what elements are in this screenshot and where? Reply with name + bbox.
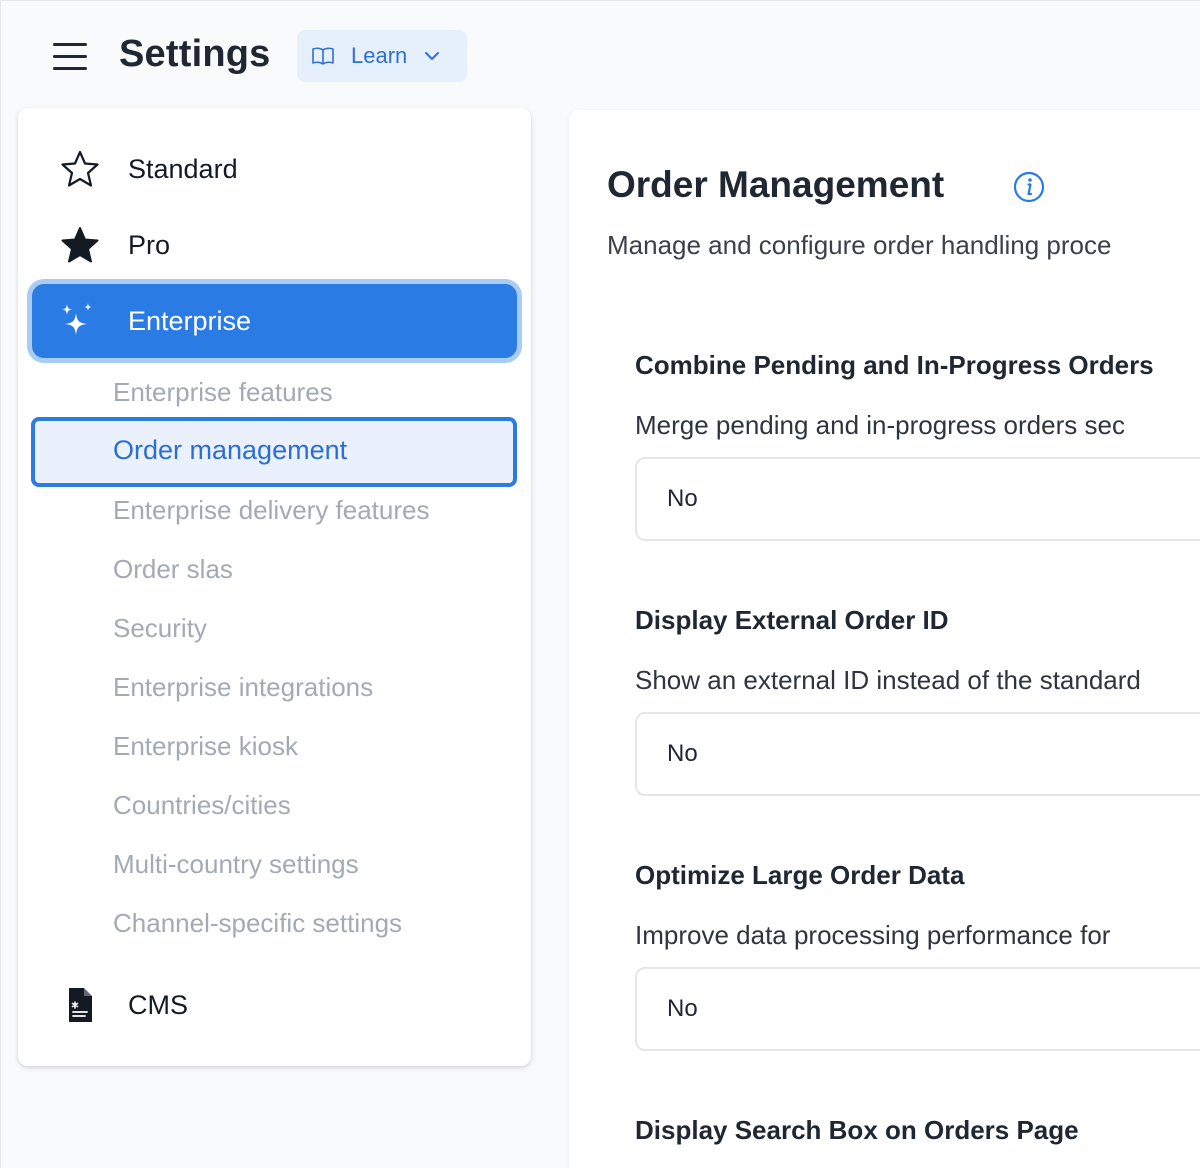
sub-item-label: Order management xyxy=(113,435,348,465)
select-value: No xyxy=(667,995,698,1022)
document-icon xyxy=(60,985,100,1025)
settings-sidebar: Standard Pro Enterprise Enterprise featu… xyxy=(18,108,531,1066)
star-filled-icon xyxy=(60,225,100,265)
nav-item-standard[interactable]: Standard xyxy=(18,136,531,202)
nav-label-pro: Pro xyxy=(128,229,171,260)
sub-item-countries-cities[interactable]: Countries/cities xyxy=(113,785,291,825)
settings-page: Settings Learn Standard Pro Enterprise E… xyxy=(0,0,1200,1168)
sub-item-multi-country-settings[interactable]: Multi-country settings xyxy=(113,844,359,884)
hamburger-line xyxy=(53,67,87,70)
chevron-down-icon xyxy=(425,52,440,60)
book-icon xyxy=(312,47,334,65)
setting-description: Show an external ID instead of the stand… xyxy=(635,665,1141,695)
setting-description: Improve data processing performance for xyxy=(635,920,1111,950)
section-title: Order Management xyxy=(607,164,945,205)
sub-item-channel-specific-settings[interactable]: Channel-specific settings xyxy=(113,903,402,943)
setting-select[interactable]: No xyxy=(635,967,1200,1051)
nav-item-pro[interactable]: Pro xyxy=(18,212,531,278)
sub-item-enterprise-delivery-features[interactable]: Enterprise delivery features xyxy=(113,490,429,530)
sparkles-icon xyxy=(58,301,98,341)
setting-select[interactable]: No xyxy=(635,712,1200,796)
sub-item-enterprise-integrations[interactable]: Enterprise integrations xyxy=(113,667,373,707)
nav-item-cms[interactable]: CMS xyxy=(18,972,531,1038)
setting-heading: Combine Pending and In-Progress Orders xyxy=(635,350,1154,380)
hamburger-icon[interactable] xyxy=(53,43,87,71)
sub-item-enterprise-kiosk[interactable]: Enterprise kiosk xyxy=(113,726,298,766)
nav-label-standard: Standard xyxy=(128,153,238,184)
setting-select[interactable]: No xyxy=(635,457,1200,541)
learn-button[interactable]: Learn xyxy=(297,30,467,82)
setting-heading: Display Search Box on Orders Page xyxy=(635,1115,1079,1145)
sub-item-order-management[interactable]: Order management xyxy=(31,417,517,487)
setting-heading: Display External Order ID xyxy=(635,605,949,635)
star-outline-icon xyxy=(60,149,100,189)
nav-label-cms: CMS xyxy=(128,989,188,1020)
section-description: Manage and configure order handling proc… xyxy=(607,230,1112,260)
hamburger-line xyxy=(53,55,87,58)
sub-item-enterprise-features[interactable]: Enterprise features xyxy=(113,372,333,412)
page-title: Settings xyxy=(119,33,271,75)
setting-heading: Optimize Large Order Data xyxy=(635,860,965,890)
content-panel: Order Management Manage and configure or… xyxy=(569,110,1200,1168)
nav-item-enterprise[interactable]: Enterprise xyxy=(32,284,517,358)
sub-item-order-slas[interactable]: Order slas xyxy=(113,549,233,589)
select-value: No xyxy=(667,740,698,767)
info-icon[interactable] xyxy=(1012,170,1046,204)
learn-label: Learn xyxy=(351,43,408,68)
sub-item-security[interactable]: Security xyxy=(113,608,207,648)
select-value: No xyxy=(667,485,698,512)
setting-description: Merge pending and in-progress orders sec xyxy=(635,410,1125,440)
nav-label-enterprise: Enterprise xyxy=(128,305,252,336)
hamburger-line xyxy=(53,43,87,46)
